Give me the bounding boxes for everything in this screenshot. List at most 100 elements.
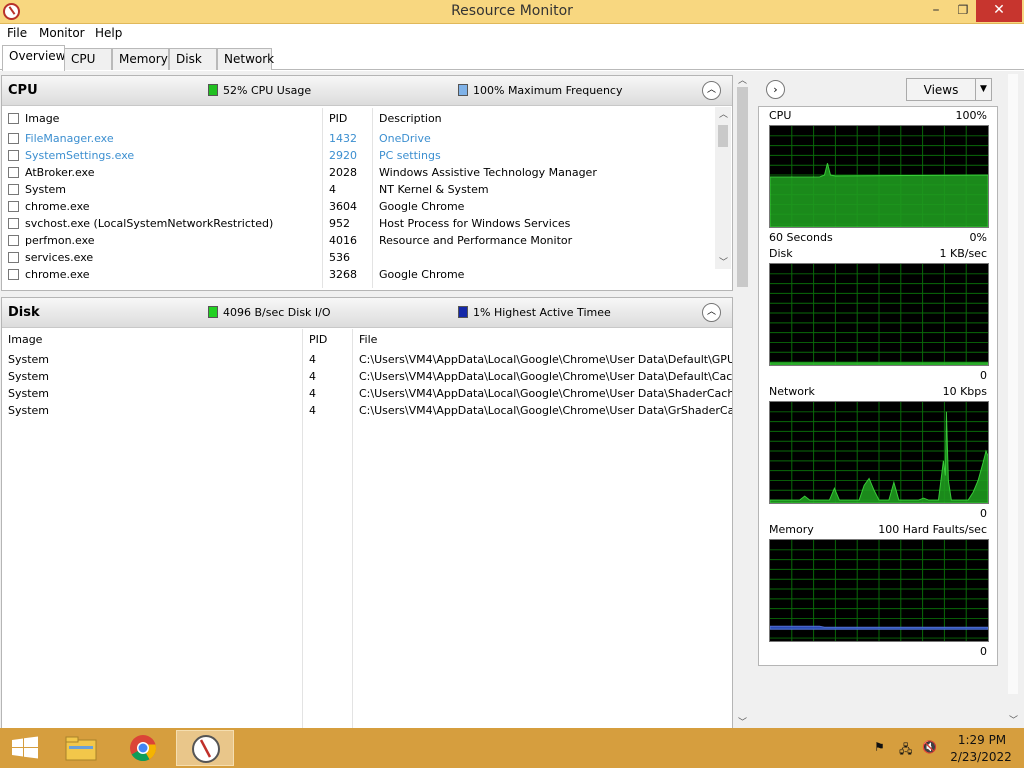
- menu-monitor[interactable]: Monitor: [39, 26, 85, 40]
- row-checkbox[interactable]: [8, 150, 19, 161]
- tab-cpu[interactable]: CPU: [64, 48, 112, 70]
- scroll-up-icon[interactable]: ︿: [738, 73, 747, 86]
- scroll-down-icon[interactable]: ﹀: [738, 715, 747, 728]
- memory-graph: [769, 539, 989, 642]
- row-checkbox[interactable]: [8, 133, 19, 144]
- network-graph-label: Network: [769, 385, 815, 398]
- col-pid[interactable]: PID: [329, 112, 347, 125]
- network-icon[interactable]: 🖧: [899, 740, 912, 761]
- scroll-up-icon[interactable]: ︿: [719, 107, 728, 120]
- row-checkbox[interactable]: [8, 252, 19, 263]
- table-row[interactable]: System 4 C:\Users\VM4\AppData\Local\Google…: [2, 385, 732, 402]
- right-panel-scrollbar[interactable]: ﹀: [1004, 71, 1022, 730]
- row-pid: 3604: [329, 200, 357, 213]
- menu-help[interactable]: Help: [95, 26, 122, 40]
- resource-monitor-taskbar-button[interactable]: [176, 730, 234, 766]
- network-graph-max: 10 Kbps: [942, 385, 987, 398]
- table-row[interactable]: System 4 C:\Users\VM4\AppData\Local\Google…: [2, 402, 732, 419]
- table-row[interactable]: SystemSettings.exe 2920 PC settings: [2, 147, 714, 164]
- col-description[interactable]: Description: [379, 112, 442, 125]
- col-pid[interactable]: PID: [309, 333, 327, 346]
- row-checkbox[interactable]: [8, 201, 19, 212]
- table-row[interactable]: AtBroker.exe 2028 Windows Assistive Techno…: [2, 164, 714, 181]
- col-file[interactable]: File: [359, 333, 377, 346]
- row-pid: 4: [309, 387, 316, 400]
- disk-graph: [769, 263, 989, 366]
- disk-active-swatch: [458, 306, 468, 318]
- table-row[interactable]: svchost.exe (LocalSystemNetworkRestricte…: [2, 215, 714, 232]
- row-checkbox[interactable]: [8, 167, 19, 178]
- row-file: C:\Users\VM4\AppData\Local\Google\Chrome…: [359, 370, 732, 383]
- file-explorer-button[interactable]: [52, 730, 110, 766]
- scroll-thumb[interactable]: [718, 125, 728, 147]
- tab-bar: Overview CPU Memory Disk Network: [0, 44, 1024, 71]
- row-description: OneDrive: [379, 132, 431, 145]
- row-image: FileManager.exe: [25, 132, 114, 145]
- row-pid: 4016: [329, 234, 357, 247]
- volume-muted-icon[interactable]: 🔇: [922, 740, 937, 754]
- col-image[interactable]: Image: [8, 333, 42, 346]
- cpu-list-scrollbar[interactable]: ︿ ﹀: [715, 107, 731, 269]
- cpu-usage-legend: 52% CPU Usage: [208, 84, 311, 97]
- cpu-collapse-icon[interactable]: ︿: [702, 81, 721, 100]
- col-image[interactable]: Image: [25, 112, 59, 125]
- scroll-down-icon[interactable]: ﹀: [719, 255, 728, 268]
- disk-graph-min: 0: [980, 369, 987, 382]
- table-row[interactable]: System 4 NT Kernel & System: [2, 181, 714, 198]
- close-button[interactable]: ✕: [976, 0, 1022, 22]
- table-row[interactable]: chrome.exe 3268 Google Chrome: [2, 266, 714, 283]
- tab-memory[interactable]: Memory: [112, 48, 169, 70]
- cpu-graph-label: CPU: [769, 109, 792, 122]
- row-file: C:\Users\VM4\AppData\Local\Google\Chrome…: [359, 404, 732, 417]
- row-pid: 2028: [329, 166, 357, 179]
- table-row[interactable]: FileManager.exe 1432 OneDrive: [2, 130, 714, 147]
- views-label: Views: [923, 83, 959, 97]
- row-description: Windows Assistive Technology Manager: [379, 166, 597, 179]
- clock-time[interactable]: 1:29 PM: [952, 733, 1012, 747]
- cpu-graph: [769, 125, 989, 228]
- tab-disk[interactable]: Disk: [169, 48, 217, 70]
- scroll-thumb[interactable]: [1008, 74, 1018, 694]
- row-checkbox[interactable]: [8, 269, 19, 280]
- row-image: System: [25, 183, 67, 196]
- scroll-down-icon[interactable]: ﹀: [1009, 713, 1018, 726]
- window-title: Resource Monitor: [451, 3, 573, 19]
- row-checkbox[interactable]: [8, 218, 19, 229]
- tab-network[interactable]: Network: [217, 48, 274, 70]
- row-image: services.exe: [25, 251, 94, 264]
- table-row[interactable]: chrome.exe 3604 Google Chrome: [2, 198, 714, 215]
- cpu-section-header[interactable]: CPU 52% CPU Usage 100% Maximum Frequency…: [2, 76, 732, 106]
- expand-panel-icon[interactable]: ›: [766, 80, 785, 99]
- row-checkbox[interactable]: [8, 184, 19, 195]
- left-panel: CPU 52% CPU Usage 100% Maximum Frequency…: [0, 71, 752, 730]
- folder-icon: [65, 736, 97, 761]
- row-image: chrome.exe: [25, 268, 90, 281]
- scroll-thumb[interactable]: [737, 87, 748, 287]
- views-dropdown[interactable]: Views ▼: [906, 78, 992, 101]
- action-center-icon[interactable]: ⚑: [874, 740, 885, 754]
- table-row[interactable]: perfmon.exe 4016 Resource and Performance …: [2, 232, 714, 249]
- row-checkbox[interactable]: [8, 235, 19, 246]
- maximize-button[interactable]: ❐: [950, 0, 976, 22]
- start-button[interactable]: [0, 730, 50, 766]
- clock-date[interactable]: 2/23/2022: [946, 750, 1016, 764]
- memory-graph-min: 0: [980, 645, 987, 658]
- disk-active-legend: 1% Highest Active Timee: [458, 306, 611, 319]
- tab-overview[interactable]: Overview: [2, 45, 66, 71]
- row-pid: 536: [329, 251, 350, 264]
- minimize-button[interactable]: –: [922, 0, 950, 22]
- menu-file[interactable]: File: [7, 26, 27, 40]
- chevron-down-icon[interactable]: ▼: [975, 79, 991, 100]
- disk-section-header[interactable]: Disk 4096 B/sec Disk I/O 1% Highest Acti…: [2, 298, 732, 328]
- disk-collapse-icon[interactable]: ︿: [702, 303, 721, 322]
- row-pid: 1432: [329, 132, 357, 145]
- cpu-graph-max: 100%: [955, 109, 987, 122]
- table-row[interactable]: System 4 C:\Users\VM4\AppData\Local\Google…: [2, 368, 732, 385]
- memory-graph-label: Memory: [769, 523, 814, 536]
- select-all-checkbox[interactable]: [8, 113, 19, 124]
- left-panel-scrollbar[interactable]: ︿ ﹀: [735, 73, 750, 729]
- table-row[interactable]: System 4 C:\Users\VM4\AppData\Local\Google…: [2, 351, 732, 368]
- network-graph: [769, 401, 989, 504]
- chrome-button[interactable]: [114, 730, 172, 766]
- table-row[interactable]: services.exe 536: [2, 249, 714, 266]
